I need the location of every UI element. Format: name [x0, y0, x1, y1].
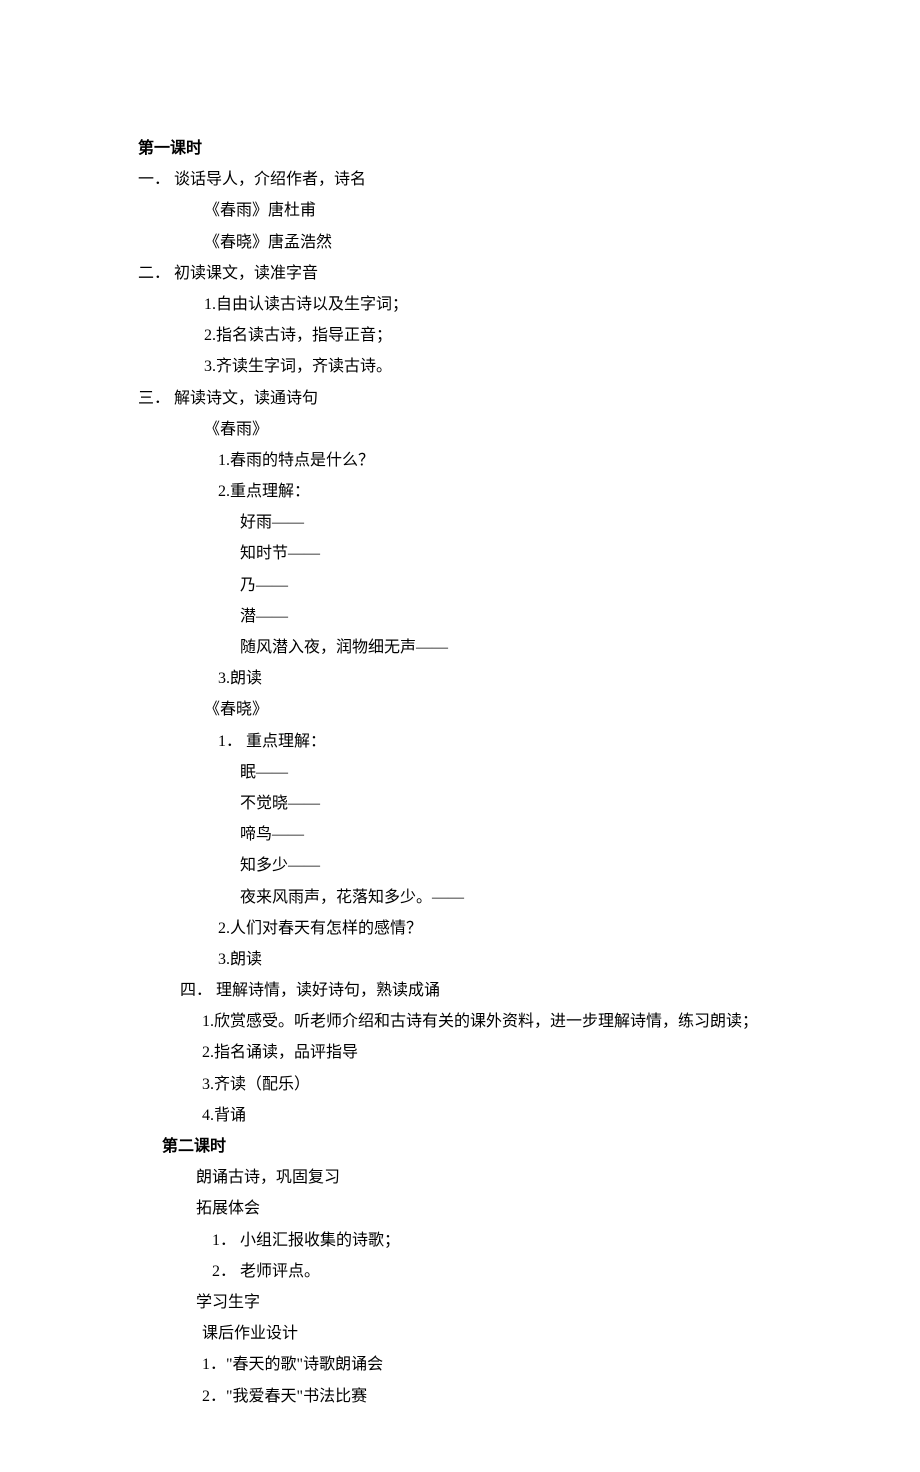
lesson1-title: 第一课时: [138, 133, 860, 164]
poem1-item: 1.春雨的特点是什么？: [218, 445, 860, 476]
lesson2-item: 课后作业设计: [202, 1318, 860, 1349]
section2-item: 3.齐读生字词，齐读古诗。: [204, 351, 860, 382]
poem1-term: 潜——: [240, 601, 860, 632]
section3-heading: 三． 解读诗文，读通诗句: [138, 383, 860, 414]
section2-item: 1.自由认读古诗以及生字词；: [204, 289, 860, 320]
lesson2-title: 第二课时: [162, 1131, 860, 1162]
document-page: 第一课时 一． 谈话导人，介绍作者，诗名 《春雨》唐杜甫 《春晓》唐孟浩然 二．…: [0, 0, 920, 1472]
poem2-item: 1． 重点理解：: [218, 726, 860, 757]
poem2-title: 《春晓》: [204, 694, 860, 725]
section4-item: 1.欣赏感受。听老师介绍和古诗有关的课外资料，进一步理解诗情，练习朗读；: [202, 1006, 860, 1037]
poem1-item: 3.朗读: [218, 663, 860, 694]
poem1-term: 好雨——: [240, 507, 860, 538]
poem1-term: 知时节——: [240, 538, 860, 569]
section4-item: 2.指名诵读，品评指导: [202, 1037, 860, 1068]
section4-heading: 四． 理解诗情，读好诗句，熟读成诵: [180, 975, 860, 1006]
poem2-item: 3.朗读: [218, 944, 860, 975]
poem2-term: 啼鸟——: [240, 819, 860, 850]
poem2-term: 眠——: [240, 757, 860, 788]
poem2-item: 2.人们对春天有怎样的感情？: [218, 913, 860, 944]
poem1-item: 2.重点理解：: [218, 476, 860, 507]
section1-heading: 一． 谈话导人，介绍作者，诗名: [138, 164, 860, 195]
lesson2-subitem: 2． 老师评点。: [212, 1256, 860, 1287]
lesson2-item: 学习生字: [196, 1287, 860, 1318]
section2-heading: 二． 初读课文，读准字音: [138, 258, 860, 289]
poem2-term: 知多少——: [240, 850, 860, 881]
lesson2-hw-item: 1．"春天的歌"诗歌朗诵会: [202, 1349, 860, 1380]
section4-item: 4.背诵: [202, 1100, 860, 1131]
section1-item: 《春晓》唐孟浩然: [204, 227, 860, 258]
section4-item: 3.齐读（配乐）: [202, 1069, 860, 1100]
section1-item: 《春雨》唐杜甫: [204, 195, 860, 226]
poem1-title: 《春雨》: [204, 414, 860, 445]
lesson2-item: 拓展体会: [196, 1193, 860, 1224]
lesson2-item: 朗诵古诗，巩固复习: [196, 1162, 860, 1193]
poem2-term: 夜来风雨声，花落知多少。——: [240, 882, 860, 913]
lesson2-subitem: 1． 小组汇报收集的诗歌；: [212, 1225, 860, 1256]
section2-item: 2.指名读古诗，指导正音；: [204, 320, 860, 351]
poem2-term: 不觉晓——: [240, 788, 860, 819]
poem1-term: 随风潜入夜，润物细无声——: [240, 632, 860, 663]
poem1-term: 乃——: [240, 570, 860, 601]
lesson2-hw-item: 2．"我爱春天"书法比赛: [202, 1381, 860, 1412]
